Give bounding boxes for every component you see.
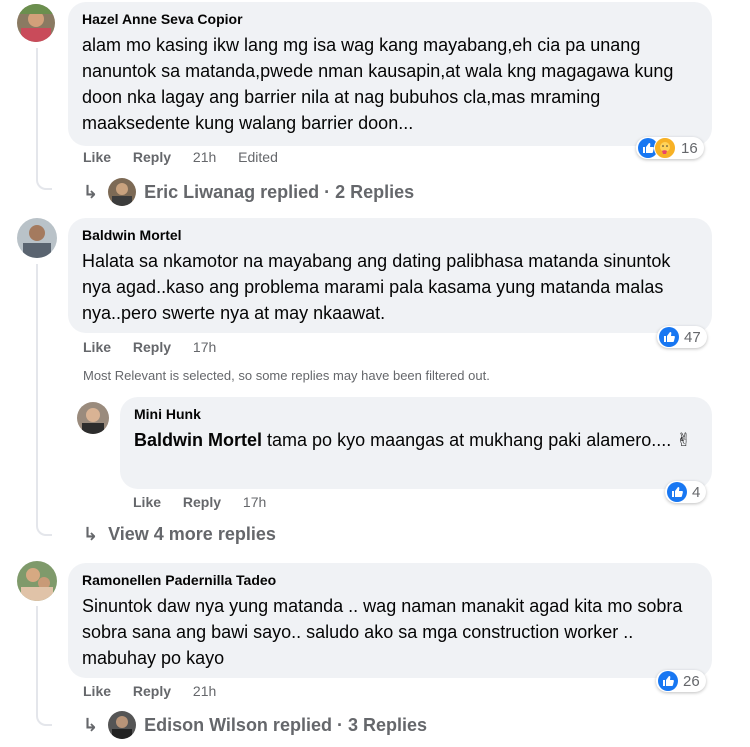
avatar-edison bbox=[108, 711, 137, 739]
comment-actions: Like Reply 21h Edited bbox=[83, 149, 296, 165]
mention-link[interactable]: Baldwin Mortel bbox=[134, 430, 262, 450]
reply-bubble: Mini Hunk Baldwin Mortel tama po kyo maa… bbox=[120, 397, 712, 489]
view-replies-link[interactable]: ↳ Edison Wilson replied · 3 Replies bbox=[83, 711, 427, 739]
reply-button[interactable]: Reply bbox=[183, 494, 221, 510]
comment-author[interactable]: Baldwin Mortel bbox=[82, 226, 698, 244]
like-reaction-icon bbox=[659, 327, 679, 347]
timestamp[interactable]: 17h bbox=[193, 339, 216, 355]
comment-author[interactable]: Ramonellen Padernilla Tadeo bbox=[82, 571, 698, 589]
comment-actions: Like Reply 17h bbox=[83, 339, 234, 355]
edited-label: Edited bbox=[238, 149, 278, 165]
reaction-number: 16 bbox=[681, 139, 698, 157]
view-replies-link[interactable]: ↳ Eric Liwanag replied · 2 Replies bbox=[83, 178, 414, 206]
like-button[interactable]: Like bbox=[83, 339, 111, 355]
like-reaction-icon bbox=[658, 671, 678, 691]
comment-text: alam mo kasing ikw lang mg isa wag kang … bbox=[82, 35, 674, 133]
reply-actions: Like Reply 17h bbox=[133, 494, 284, 510]
thread-line bbox=[36, 264, 52, 536]
like-button[interactable]: Like bbox=[83, 149, 111, 165]
thread-line bbox=[36, 48, 52, 190]
reaction-count[interactable]: 4 bbox=[665, 481, 707, 503]
reply-arrow-icon: ↳ bbox=[83, 524, 99, 544]
reaction-number: 26 bbox=[683, 672, 700, 690]
timestamp[interactable]: 21h bbox=[193, 683, 216, 699]
avatar-mini-hunk[interactable] bbox=[77, 402, 109, 434]
like-button[interactable]: Like bbox=[83, 683, 111, 699]
reply-author[interactable]: Mini Hunk bbox=[134, 405, 698, 423]
comment-bubble: Ramonellen Padernilla Tadeo Sinuntok daw… bbox=[68, 563, 712, 678]
comment-text: Sinuntok daw nya yung matanda .. wag nam… bbox=[82, 596, 683, 668]
reaction-count[interactable]: 26 bbox=[656, 670, 706, 692]
comment-bubble: Baldwin Mortel Halata sa nkamotor na may… bbox=[68, 218, 712, 333]
comment-actions: Like Reply 21h bbox=[83, 683, 234, 699]
like-button[interactable]: Like bbox=[133, 494, 161, 510]
reaction-count[interactable]: 47 bbox=[657, 326, 707, 348]
care-reaction-icon bbox=[654, 137, 676, 159]
comment-bubble: Hazel Anne Seva Copior alam mo kasing ik… bbox=[68, 2, 712, 146]
view-more-replies-link[interactable]: ↳ View 4 more replies bbox=[83, 524, 276, 545]
reply-text: tama po kyo maangas at mukhang paki alam… bbox=[267, 430, 692, 450]
thread-line bbox=[36, 606, 52, 726]
comment-author[interactable]: Hazel Anne Seva Copior bbox=[82, 10, 698, 28]
avatar-hazel[interactable] bbox=[17, 4, 55, 42]
replies-summary: Edison Wilson replied · 3 Replies bbox=[144, 714, 427, 735]
filter-note: Most Relevant is selected, so some repli… bbox=[83, 368, 490, 383]
view-more-text: View 4 more replies bbox=[108, 524, 276, 544]
comment-text: Halata sa nkamotor na mayabang ang datin… bbox=[82, 251, 671, 323]
reply-button[interactable]: Reply bbox=[133, 339, 171, 355]
reaction-number: 47 bbox=[684, 328, 701, 346]
reaction-count[interactable]: 16 bbox=[636, 137, 704, 159]
reply-button[interactable]: Reply bbox=[133, 149, 171, 165]
timestamp[interactable]: 21h bbox=[193, 149, 216, 165]
avatar-baldwin[interactable] bbox=[17, 218, 57, 258]
timestamp[interactable]: 17h bbox=[243, 494, 266, 510]
replies-summary: Eric Liwanag replied · 2 Replies bbox=[144, 181, 415, 202]
reply-arrow-icon: ↳ bbox=[83, 181, 99, 202]
reply-text-wrap: Baldwin Mortel tama po kyo maangas at mu… bbox=[134, 427, 698, 453]
avatar-ramonellen[interactable] bbox=[17, 561, 57, 601]
reply-button[interactable]: Reply bbox=[133, 683, 171, 699]
avatar-eric bbox=[108, 178, 137, 206]
like-reaction-icon bbox=[667, 482, 687, 502]
reply-arrow-icon: ↳ bbox=[83, 714, 99, 735]
reaction-number: 4 bbox=[692, 483, 701, 501]
